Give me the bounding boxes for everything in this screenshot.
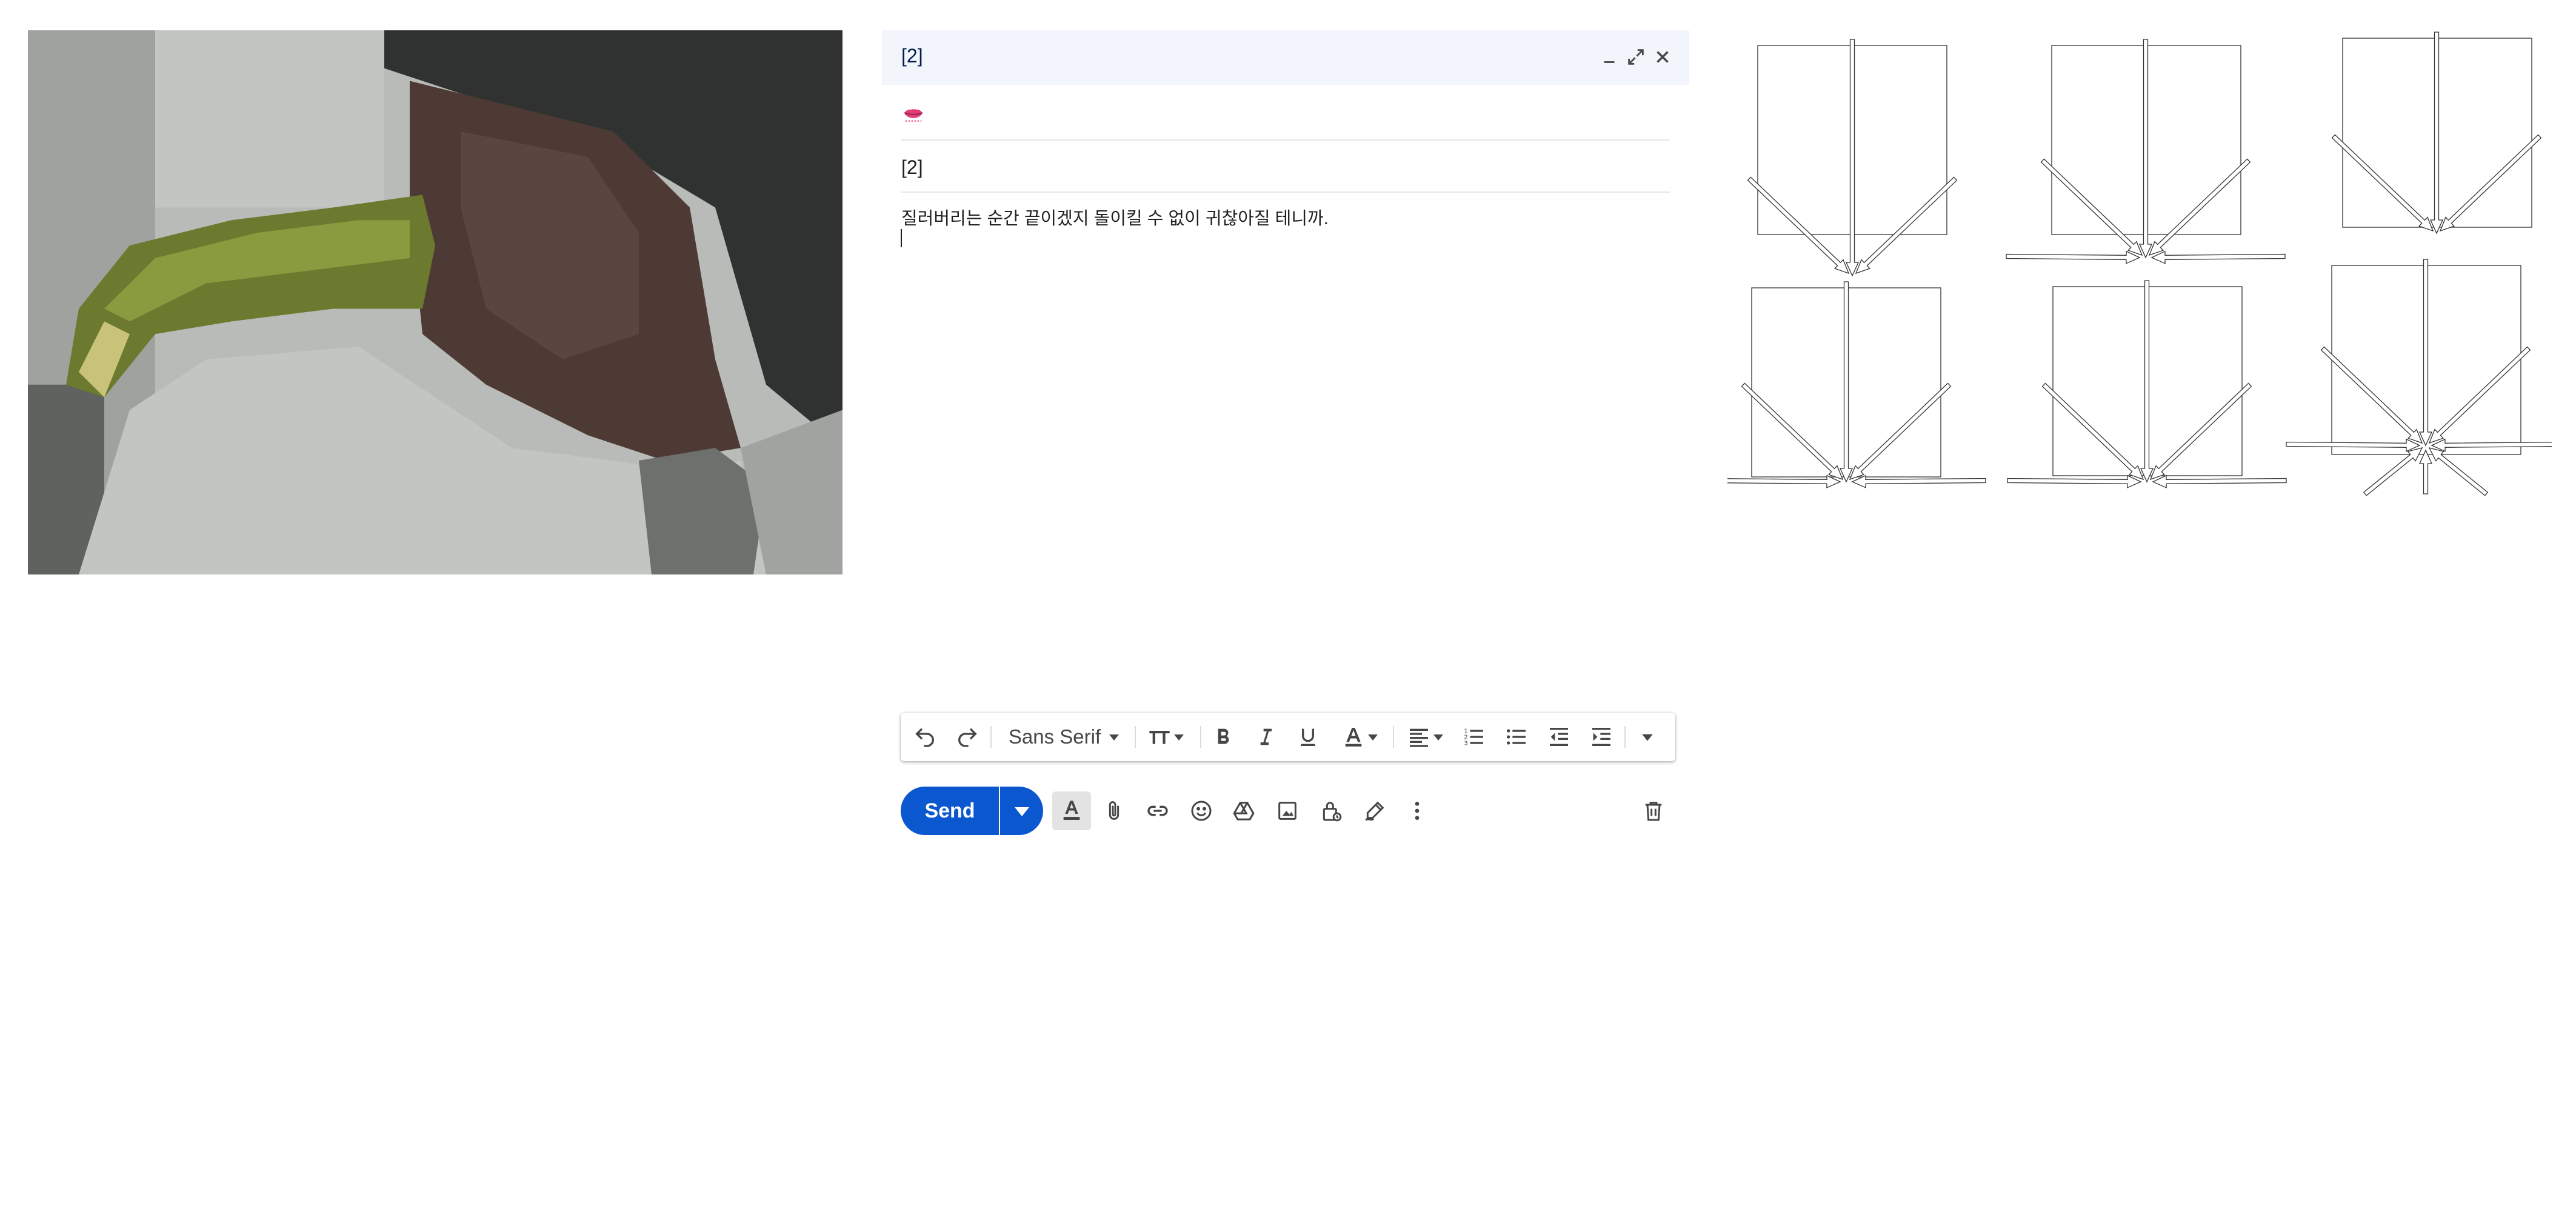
subject-text: [2] bbox=[901, 156, 923, 178]
google-drive-icon[interactable] bbox=[1224, 791, 1263, 830]
arrow-shape bbox=[1849, 382, 1952, 481]
arrow-shape bbox=[2428, 447, 2489, 496]
more-options-icon[interactable] bbox=[1398, 791, 1436, 830]
arrow-shape bbox=[1747, 176, 1850, 275]
arrow-shape bbox=[1855, 176, 1958, 275]
converging-arrows-diagram bbox=[1727, 27, 2552, 500]
arrow-shape bbox=[2138, 39, 2153, 259]
svg-text:3: 3 bbox=[1464, 740, 1467, 747]
arrow-shape bbox=[2007, 474, 2142, 488]
arrow-shape bbox=[2152, 474, 2287, 488]
send-button[interactable]: Send bbox=[901, 787, 999, 835]
diagram-canvas bbox=[1727, 32, 2552, 496]
send-group: Send bbox=[901, 787, 1043, 835]
arrow-shape bbox=[1839, 281, 1854, 483]
arrow-shape bbox=[2151, 250, 2286, 264]
formatting-options-icon[interactable] bbox=[1052, 791, 1091, 830]
arrow-shape bbox=[2363, 447, 2423, 496]
arrow-shape bbox=[2418, 449, 2433, 494]
discard-draft-icon[interactable] bbox=[1634, 791, 1673, 830]
numbered-list-icon[interactable]: 123 bbox=[1458, 721, 1490, 753]
compose-header: [2] bbox=[882, 30, 1689, 85]
attach-file-icon[interactable] bbox=[1095, 791, 1133, 830]
expand-icon[interactable] bbox=[1624, 45, 1648, 69]
arrow-shape bbox=[2431, 438, 2552, 452]
recipients-field[interactable] bbox=[901, 86, 1670, 141]
arrow-shape bbox=[2331, 134, 2434, 232]
arrow-shape bbox=[2429, 32, 2444, 235]
underline-icon[interactable] bbox=[1292, 721, 1324, 753]
undo-icon[interactable] bbox=[909, 721, 941, 753]
send-options-button[interactable] bbox=[1000, 787, 1043, 835]
compose-title: [2] bbox=[901, 45, 923, 67]
message-body[interactable]: 질러버리는 순간 끝이겠지 돌이킬 수 없이 귀찮아질 테니까. bbox=[901, 204, 1329, 230]
minimize-icon[interactable] bbox=[1597, 45, 1621, 69]
text-size-icon[interactable] bbox=[1141, 721, 1192, 753]
chevron-down-icon bbox=[1014, 807, 1029, 816]
arrow-shape bbox=[2149, 382, 2252, 481]
arrow-shape bbox=[2040, 158, 2143, 256]
italic-icon[interactable] bbox=[1250, 721, 1281, 753]
arrow-shape bbox=[2006, 250, 2141, 264]
font-family-select[interactable]: Sans Serif bbox=[998, 721, 1131, 753]
formatting-toolbar: Sans Serif 123 bbox=[901, 713, 1675, 761]
close-icon[interactable] bbox=[1650, 45, 1675, 69]
align-icon[interactable] bbox=[1400, 721, 1451, 753]
indent-more-icon[interactable] bbox=[1586, 721, 1617, 753]
bulleted-list-icon[interactable] bbox=[1501, 721, 1532, 753]
insert-photo-icon[interactable] bbox=[1268, 791, 1307, 830]
arrow-shape bbox=[2041, 382, 2144, 481]
photo-image bbox=[28, 30, 843, 574]
font-family-label: Sans Serif bbox=[1008, 725, 1101, 748]
confidential-mode-icon[interactable] bbox=[1312, 791, 1350, 830]
arrow-shape bbox=[1845, 39, 1860, 277]
bold-icon[interactable] bbox=[1207, 721, 1239, 753]
lips-emoji-icon bbox=[904, 109, 923, 122]
chevron-down-icon bbox=[1109, 734, 1119, 741]
arrow-shape bbox=[2320, 346, 2423, 444]
insert-emoji-icon[interactable] bbox=[1182, 791, 1221, 830]
more-formatting-icon[interactable] bbox=[1632, 721, 1663, 753]
indent-less-icon[interactable] bbox=[1543, 721, 1575, 753]
arrow-shape bbox=[1741, 382, 1844, 481]
arrow-shape bbox=[1727, 474, 1841, 488]
arrow-shape bbox=[2140, 280, 2154, 483]
text-cursor bbox=[901, 229, 902, 247]
insert-link-icon[interactable] bbox=[1138, 791, 1177, 830]
arrow-shape bbox=[2148, 158, 2251, 256]
arrow-shape bbox=[1851, 474, 1986, 488]
arrow-shape bbox=[2439, 134, 2542, 232]
arrow-shape bbox=[2418, 259, 2433, 447]
arrow-shape bbox=[2428, 346, 2531, 444]
arrow-shape bbox=[2286, 438, 2421, 452]
pixelated-photo bbox=[28, 30, 843, 574]
text-color-icon[interactable] bbox=[1335, 721, 1386, 753]
subject-field[interactable]: [2] bbox=[901, 141, 1670, 193]
redo-icon[interactable] bbox=[952, 721, 983, 753]
insert-signature-icon[interactable] bbox=[1355, 791, 1394, 830]
